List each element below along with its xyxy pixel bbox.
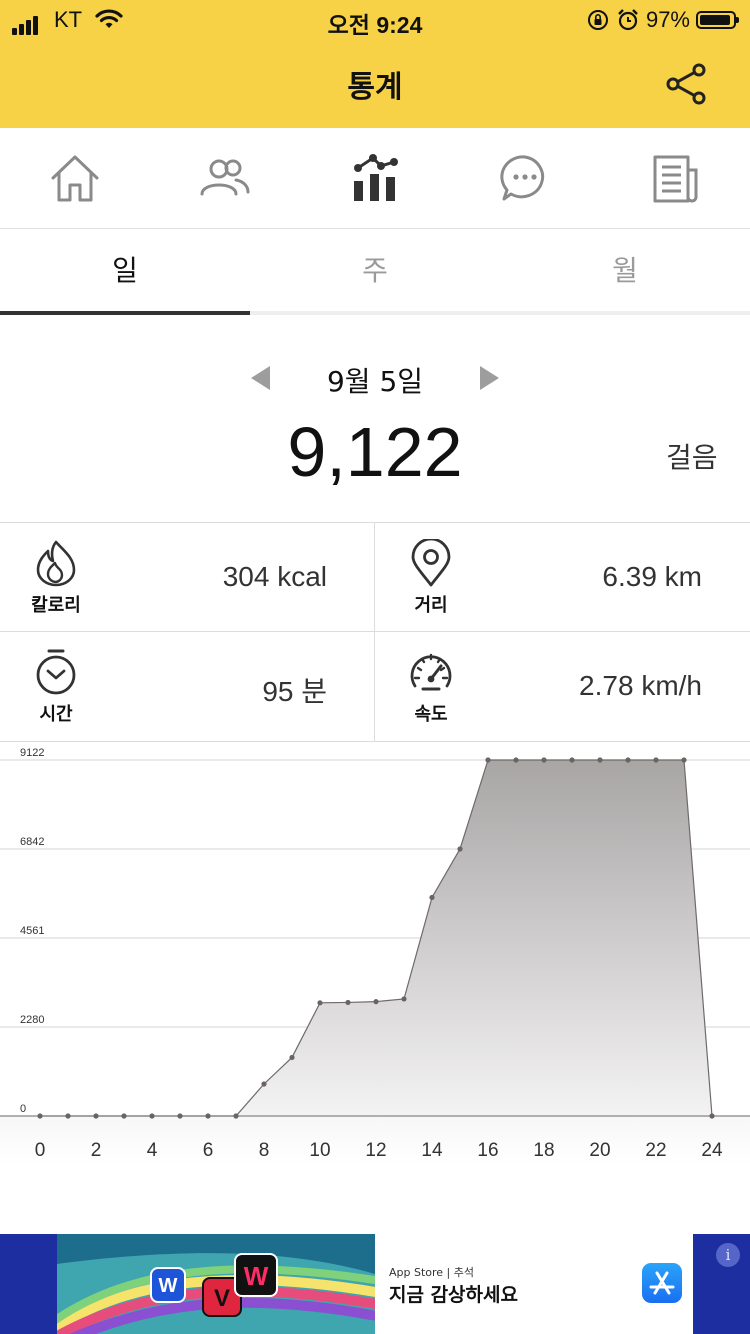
time-cell: 시간 95 분: [0, 632, 375, 740]
y-tick-label: 2280: [20, 1014, 44, 1026]
x-tick-label: 22: [645, 1140, 666, 1161]
calories-value: 304 kcal: [222, 561, 327, 592]
data-point: [93, 1113, 99, 1119]
page-title: 통계: [347, 70, 403, 105]
ad-artwork[interactable]: W V W: [57, 1234, 375, 1334]
status-icons: 97%: [586, 6, 739, 34]
data-point: [513, 757, 519, 763]
tab-underline: [0, 311, 750, 315]
x-tick-label: 8: [259, 1140, 270, 1161]
ad-source-text: App Store | 추석: [389, 1266, 474, 1279]
data-point: [289, 1054, 295, 1061]
svg-text:V: V: [214, 1285, 230, 1312]
ad-banner[interactable]: W V W App Store | 추석 지금 감상하세요 i: [0, 1234, 750, 1334]
x-tick-label: 4: [147, 1140, 158, 1161]
x-tick-label: 10: [309, 1140, 330, 1161]
data-point: [597, 757, 603, 763]
location-pin-icon: [411, 539, 451, 587]
ad-panel[interactable]: App Store | 추석 지금 감상하세요: [375, 1234, 693, 1334]
tab-month[interactable]: 월: [500, 229, 750, 313]
chat-icon[interactable]: [498, 152, 552, 206]
ad-info-icon[interactable]: i: [716, 1243, 740, 1267]
battery-percent: 97%: [645, 7, 690, 32]
alarm-icon: [618, 9, 638, 31]
calories-cell: 칼로리 304 kcal: [0, 523, 375, 631]
x-tick-label: 12: [365, 1140, 386, 1161]
data-point: [205, 1113, 211, 1119]
x-tick-label: 6: [203, 1140, 214, 1161]
data-point: [261, 1081, 267, 1087]
data-point: [653, 757, 659, 763]
period-tabs: 일 주 월: [0, 229, 750, 317]
svg-text:W: W: [159, 1275, 178, 1297]
people-icon[interactable]: [198, 152, 252, 206]
orientation-lock-icon: [587, 10, 608, 30]
data-point: [65, 1113, 71, 1119]
data-point: [121, 1113, 127, 1119]
data-point: [681, 757, 687, 763]
distance-label: 거리: [414, 595, 448, 616]
speed-label: 속도: [414, 704, 448, 725]
distance-value: 6.39 km: [602, 561, 702, 592]
data-point: [317, 1000, 323, 1006]
y-tick-label: 0: [20, 1103, 26, 1115]
flame-icon: [36, 540, 76, 587]
speed-cell: 속도 2.78 km/h: [375, 632, 750, 740]
stopwatch-icon: [36, 649, 76, 695]
app-store-icon[interactable]: [642, 1263, 682, 1303]
x-tick-label: 2: [91, 1140, 102, 1161]
status-bar: KT 오전 9:24 97%: [0, 0, 750, 40]
x-tick-label: 14: [421, 1140, 443, 1161]
data-point: [373, 999, 379, 1005]
share-icon[interactable]: [664, 62, 708, 106]
x-tick-label: 24: [701, 1140, 723, 1161]
speedometer-icon: [410, 653, 452, 691]
y-tick-label: 4561: [20, 925, 44, 937]
x-tick-label: 18: [533, 1140, 554, 1161]
x-tick-label: 0: [35, 1140, 46, 1161]
next-day-arrow[interactable]: [480, 366, 499, 390]
data-point: [149, 1113, 155, 1119]
data-point: [429, 894, 435, 901]
tab-indicator: [0, 311, 250, 315]
data-point: [37, 1113, 43, 1119]
time-value: 95 분: [262, 676, 327, 707]
time-label: 시간: [39, 704, 73, 725]
main-nav: [0, 128, 750, 229]
header-bar: KT 오전 9:24 97% 통계: [0, 0, 750, 128]
tab-week[interactable]: 주: [250, 229, 500, 313]
data-point: [345, 999, 351, 1006]
speed-value: 2.78 km/h: [579, 670, 702, 701]
home-icon[interactable]: [48, 152, 102, 206]
ad-headline: 지금 감상하세요: [389, 1284, 518, 1306]
x-tick-label: 20: [589, 1140, 610, 1161]
data-point: [485, 757, 491, 763]
chart-icon[interactable]: [348, 152, 402, 206]
data-point: [457, 846, 463, 852]
data-point: [569, 757, 575, 763]
data-point: [401, 996, 407, 1002]
tab-day[interactable]: 일: [0, 229, 250, 313]
data-point: [709, 1113, 715, 1119]
data-point: [177, 1113, 183, 1119]
news-icon[interactable]: [648, 152, 702, 206]
x-tick-label: 16: [477, 1140, 498, 1161]
calories-label: 칼로리: [31, 595, 81, 616]
stats-grid: 칼로리 304 kcal 거리 6.39 km 시간 95 분 속도 2.78 …: [0, 522, 750, 742]
y-tick-label: 6842: [20, 836, 44, 848]
data-point: [625, 757, 631, 763]
data-point: [541, 757, 547, 763]
distance-cell: 거리 6.39 km: [375, 523, 750, 631]
selected-date: 9월 5일: [326, 365, 424, 398]
total-steps: 9,122: [287, 413, 463, 491]
y-tick-label: 9122: [20, 747, 44, 759]
battery-icon: [696, 11, 739, 29]
hourly-steps-chart: 022804561684291220 2 4 6 8 10 12 14 16 18 20 22 24: [0, 747, 750, 1164]
steps-unit: 걸음: [666, 441, 718, 474]
data-point: [233, 1113, 239, 1119]
svg-text:W: W: [244, 1261, 269, 1291]
